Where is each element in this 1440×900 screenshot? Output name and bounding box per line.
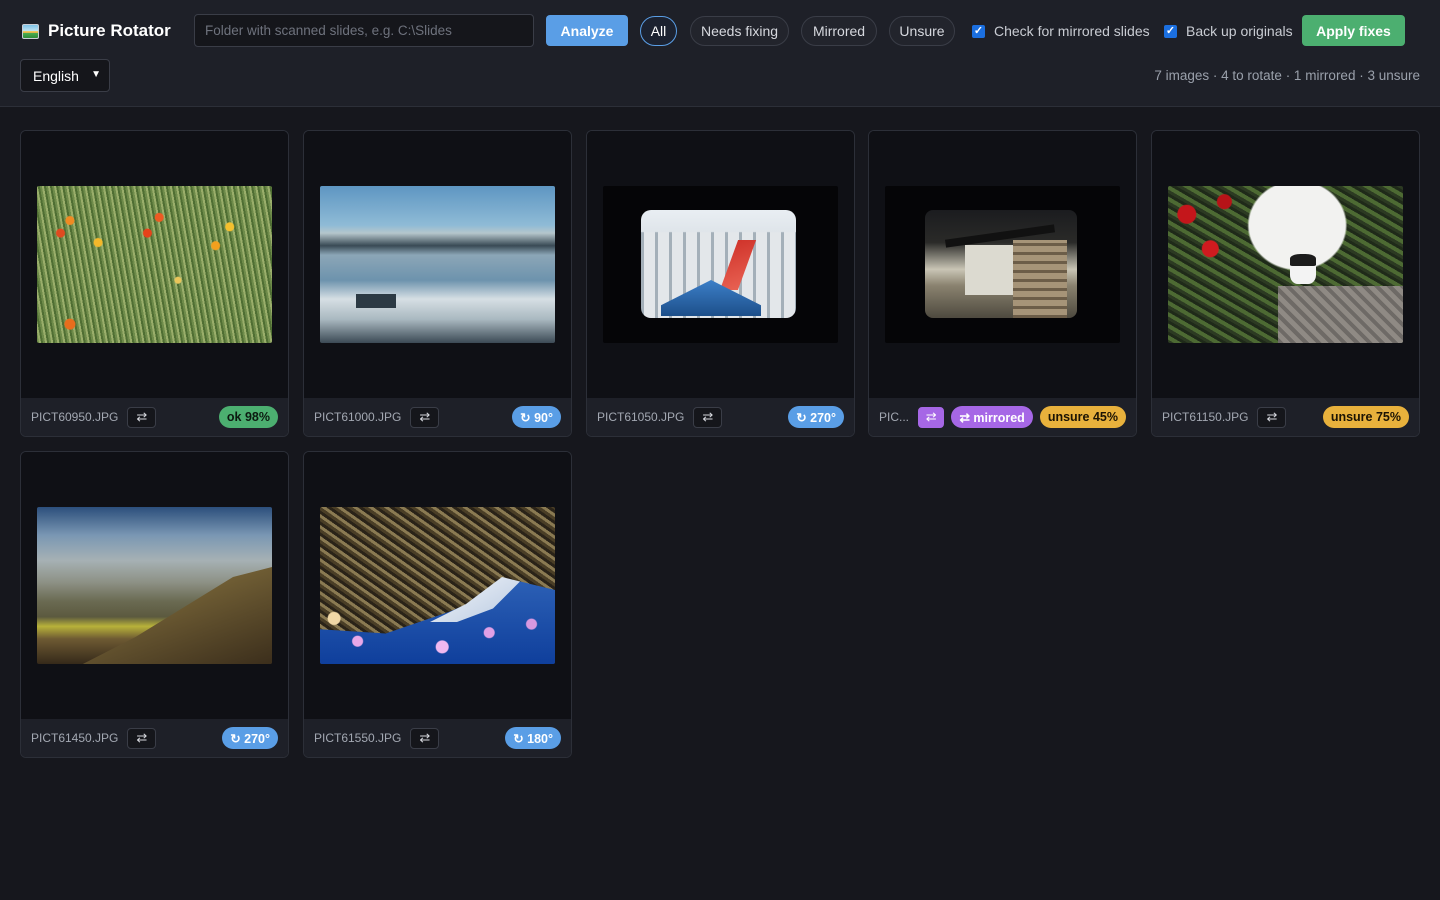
check-mirrored-option[interactable]: ✓ Check for mirrored slides	[972, 22, 1150, 40]
flip-toggle-button[interactable]: ⇄	[127, 727, 157, 749]
filter-mirrored[interactable]: Mirrored	[801, 16, 877, 46]
mirrored-badge: ⇄ mirrored	[951, 406, 1033, 428]
image-card[interactable]: PICT61000.JPG ⇄ ↻ 90°	[303, 130, 572, 437]
flip-toggle-button[interactable]: ⇄	[693, 406, 723, 428]
picture-icon	[22, 23, 39, 39]
flip-toggle-button[interactable]: ⇄	[410, 406, 440, 428]
image-card[interactable]: PICT61050.JPG ⇄ ↻ 270°	[586, 130, 855, 437]
rotation-badge: ↻ 270°	[222, 727, 278, 749]
slide-thumbnail[interactable]	[37, 186, 272, 343]
file-name: PICT61150.JPG	[1162, 410, 1249, 424]
flip-toggle-button[interactable]: ⇄	[127, 406, 157, 428]
thumbnail-area	[587, 131, 854, 398]
check-mirrored-checkbox[interactable]: ✓	[972, 24, 985, 38]
rotation-badge: ↻ 270°	[788, 406, 844, 428]
thumbnail-area	[869, 131, 1136, 398]
unsure-badge: unsure 45%	[1039, 406, 1126, 428]
rotation-badge: ↻ 90°	[512, 406, 561, 428]
thumbnail-area	[304, 131, 571, 398]
image-card[interactable]: PICT60950.JPG ⇄ ok 98%	[20, 130, 289, 437]
summary-text: 7 images · 4 to rotate · 1 mirrored · 3 …	[1154, 68, 1420, 83]
file-name: PICT61050.JPG	[597, 410, 685, 424]
file-name: PIC...	[879, 410, 910, 424]
card-footer: PICT61550.JPG ⇄ ↻ 180°	[304, 719, 571, 757]
filter-needs-fixing[interactable]: Needs fixing	[690, 16, 789, 46]
image-card[interactable]: PICT61150.JPG ⇄ unsure 75%	[1151, 130, 1420, 437]
thumbnail-area	[21, 452, 288, 719]
apply-fixes-button[interactable]: Apply fixes	[1302, 15, 1405, 46]
card-footer: PICT61050.JPG ⇄ ↻ 270°	[587, 398, 854, 436]
file-name: PICT61000.JPG	[314, 410, 402, 424]
file-name: PICT61550.JPG	[314, 731, 402, 745]
image-card[interactable]: PIC... ⇄ ⇄ mirrored unsure 45%	[868, 130, 1137, 437]
unsure-badge: unsure 75%	[1322, 406, 1409, 428]
slide-thumbnail[interactable]	[320, 507, 555, 664]
card-footer: PICT61150.JPG ⇄ unsure 75%	[1152, 398, 1419, 436]
card-footer: PIC... ⇄ ⇄ mirrored unsure 45%	[869, 398, 1136, 436]
app-brand: Picture Rotator	[22, 19, 171, 43]
flip-toggle-button[interactable]: ⇄	[410, 727, 440, 749]
card-footer: PICT61000.JPG ⇄ ↻ 90°	[304, 398, 571, 436]
toolbar-header: Picture Rotator Analyze All Needs fixing…	[0, 0, 1440, 107]
backup-checkbox[interactable]: ✓	[1164, 24, 1177, 38]
folder-path-input[interactable]	[194, 14, 534, 47]
slide-thumbnail[interactable]	[603, 186, 838, 343]
flip-toggle-button[interactable]: ⇄	[918, 406, 945, 428]
backup-label: Back up originals	[1186, 23, 1293, 39]
image-card[interactable]: PICT61550.JPG ⇄ ↻ 180°	[303, 451, 572, 758]
file-name: PICT61450.JPG	[31, 731, 119, 745]
file-name: PICT60950.JPG	[31, 410, 119, 424]
backup-option[interactable]: ✓ Back up originals	[1164, 22, 1293, 40]
check-mirrored-label: Check for mirrored slides	[994, 23, 1150, 39]
slide-thumbnail[interactable]	[1168, 186, 1403, 343]
card-footer: PICT60950.JPG ⇄ ok 98%	[21, 398, 288, 436]
thumbnail-area	[1152, 131, 1419, 398]
slide-thumbnail[interactable]	[885, 186, 1120, 343]
image-card[interactable]: PICT61450.JPG ⇄ ↻ 270°	[20, 451, 289, 758]
language-select[interactable]: English ▼	[20, 59, 110, 92]
card-footer: PICT61450.JPG ⇄ ↻ 270°	[21, 719, 288, 757]
slide-thumbnail[interactable]	[320, 186, 555, 343]
status-badge: ok 98%	[218, 406, 278, 428]
chevron-down-icon: ▼	[91, 69, 101, 80]
app-title: Picture Rotator	[48, 21, 171, 40]
thumbnail-area	[21, 131, 288, 398]
filter-unsure[interactable]: Unsure	[889, 16, 955, 46]
slide-thumbnail[interactable]	[37, 507, 272, 664]
language-value: English	[33, 67, 79, 84]
thumbnail-area	[304, 452, 571, 719]
filter-all[interactable]: All	[640, 16, 677, 46]
rotation-badge: ↻ 180°	[505, 727, 561, 749]
flip-toggle-button[interactable]: ⇄	[1257, 406, 1287, 428]
analyze-button[interactable]: Analyze	[546, 15, 628, 46]
